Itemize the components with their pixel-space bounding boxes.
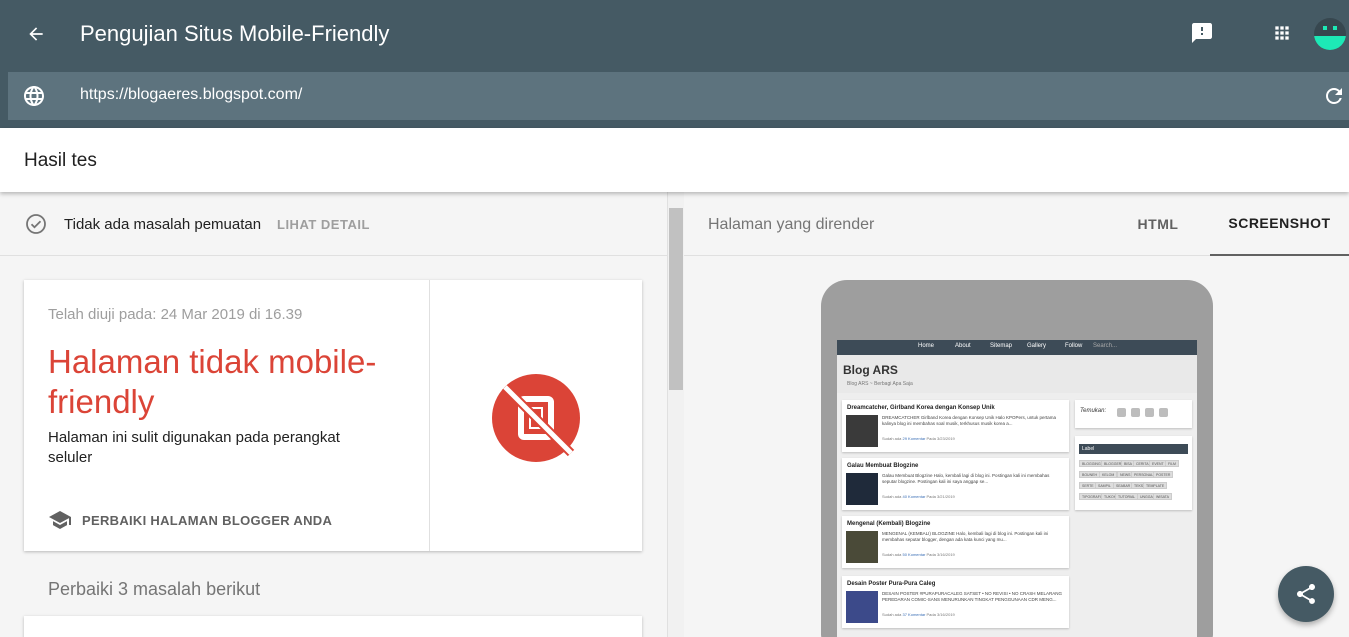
scroll-thumb[interactable]: [669, 208, 683, 390]
verdict-description: Halaman ini sulit digunakan pada perangk…: [48, 429, 340, 466]
preview-post-thumbnail: [846, 591, 878, 623]
preview-post: Dreamcatcher, Girlband Korea dengan Kons…: [842, 400, 1069, 452]
preview-nav-item: Gallery: [1027, 343, 1047, 349]
google-plus-icon: [1145, 408, 1154, 417]
avatar-icon[interactable]: [1314, 18, 1346, 50]
globe-icon: [22, 84, 46, 108]
not-mobile-friendly-icon: [491, 373, 581, 463]
fix-blogger-page-link[interactable]: PERBAIKI HALAMAN BLOGGER ANDA: [48, 508, 332, 532]
tab-html[interactable]: HTML: [1114, 192, 1202, 256]
issues-card: [24, 616, 642, 637]
rendered-page-header: Halaman yang dirender HTML SCREENSHOT: [684, 192, 1349, 256]
preview-post-body: DREAMCATCHER Girlband Korea dengan Konse…: [882, 415, 1056, 426]
twitter-icon: [1131, 408, 1140, 417]
preview-post-body: DESAIN POSTER #PURAPURACALEG SATSET • NO…: [882, 591, 1063, 602]
results-header: Hasil tes: [0, 128, 1349, 192]
preview-post-meta: Sudah ada 40 Komentar Pada 3/21/2019: [882, 494, 955, 499]
preview-blog-title: Blog ARS: [843, 363, 898, 377]
share-icon: [1297, 584, 1315, 604]
preview-post-thumbnail: [846, 473, 878, 505]
refresh-icon[interactable]: [1322, 84, 1346, 108]
preview-find-label: Temukan:: [1080, 408, 1107, 414]
page-title: Pengujian Situs Mobile-Friendly: [80, 21, 390, 46]
preview-nav-item: About: [955, 343, 971, 349]
preview-post: Desain Poster Pura-Pura Caleg DESAIN POS…: [842, 576, 1069, 628]
preview-tag: WISATA: [1153, 493, 1172, 500]
tab-screenshot[interactable]: SCREENSHOT: [1210, 192, 1349, 256]
share-button[interactable]: [1278, 566, 1334, 622]
preview-tag: FILM: [1165, 460, 1179, 467]
rendered-page-label: Halaman yang dirender: [708, 216, 875, 233]
preview-post-thumbnail: [846, 415, 878, 447]
preview-post-meta: Sudah ada 50 Komentar Pada 3/16/2019: [882, 552, 955, 557]
preview-post-thumbnail: [846, 531, 878, 563]
preview-nav: Home About Sitemap Gallery Follow Search…: [837, 340, 1197, 355]
preview-tag: TEMPLATE: [1143, 482, 1168, 489]
preview-post-body: Galau Membuat Blogzine Halo, kembali lag…: [882, 473, 1050, 484]
verdict-title: Halaman tidak mobile-friendly: [48, 343, 377, 420]
fix-blogger-page-label: PERBAIKI HALAMAN BLOGGER ANDA: [82, 512, 333, 528]
url-bar: https://blogaeres.blogspot.com/: [8, 72, 1349, 120]
preview-tag: KELOM: [1099, 471, 1118, 478]
facebook-icon: [1117, 408, 1126, 417]
issues-heading: Perbaiki 3 masalah berikut: [48, 579, 261, 599]
preview-label-widget: Label BLOGGING BLOGGER BISA CERITA EVENT…: [1075, 436, 1192, 510]
preview-post-title: Desain Poster Pura-Pura Caleg: [847, 581, 936, 587]
preview-post: Galau Membuat Blogzine Galau Membuat Blo…: [842, 458, 1069, 510]
apps-grid-icon[interactable]: [1266, 17, 1298, 49]
arrow-back-icon[interactable]: [20, 18, 52, 50]
loading-status-row: Tidak ada masalah pemuatan LIHAT DETAIL: [0, 192, 667, 256]
preview-post-body: MENGENAL (KEMBALI) BLOGZINE Halo, kembal…: [882, 531, 1049, 542]
preview-post-meta: Sudah ada 29 Komentar Pada 3/23/2019: [882, 436, 955, 441]
result-card: Telah diuji pada: 24 Mar 2019 di 16.39 H…: [24, 280, 642, 551]
preview-tag: TUTORIAL: [1115, 493, 1139, 500]
preview-label-bar: Label: [1079, 444, 1188, 454]
rendered-page-panel: Halaman yang dirender HTML SCREENSHOT Ho…: [684, 192, 1349, 637]
check-circle-icon: [24, 212, 48, 236]
preview-search: Search...: [1093, 343, 1118, 349]
app-bar: Pengujian Situs Mobile-Friendly https://…: [0, 0, 1349, 128]
preview-post-meta: Sudah ada 37 Komentar Pada 3/16/2019: [882, 612, 955, 617]
preview-post-title: Galau Membuat Blogzine: [847, 463, 919, 469]
preview-tag: BLOGGING: [1079, 460, 1104, 467]
card-divider: [429, 280, 430, 551]
preview-tag: SERTE: [1079, 482, 1097, 489]
url-input[interactable]: https://blogaeres.blogspot.com/: [80, 86, 302, 104]
school-icon: [49, 511, 71, 529]
preview-post-title: Dreamcatcher, Girlband Korea dengan Kons…: [847, 405, 995, 411]
view-details-link[interactable]: LIHAT DETAIL: [277, 217, 370, 232]
preview-post: Mengenal (Kembali) Blogzine MENGENAL (KE…: [842, 516, 1069, 568]
tested-date: Telah diuji pada: 24 Mar 2019 di 16.39: [48, 306, 303, 323]
preview-tag: POSTER: [1153, 471, 1174, 478]
preview-blog-subtitle: Blog ARS ~ Berbagi Apa Saja: [847, 381, 913, 387]
preview-post-title: Mengenal (Kembali) Blogzine: [847, 521, 931, 527]
preview-tag: SAMPIL: [1095, 482, 1114, 489]
rss-icon: [1159, 408, 1168, 417]
preview-nav-item: Home: [918, 343, 935, 349]
preview-tag: BOUNEH: [1079, 471, 1100, 478]
preview-nav-item: Sitemap: [990, 343, 1013, 349]
phone-frame: Home About Sitemap Gallery Follow Search…: [821, 280, 1213, 637]
preview-social-widget: Temukan:: [1075, 400, 1192, 428]
feedback-icon[interactable]: [1186, 17, 1218, 49]
results-title: Hasil tes: [24, 150, 97, 171]
left-panel-scrollbar[interactable]: [667, 192, 684, 637]
loading-status-text: Tidak ada masalah pemuatan: [64, 216, 262, 233]
preview-blog-header: Blog ARS Blog ARS ~ Berbagi Apa Saja: [837, 355, 1197, 393]
preview-nav-item: Follow: [1065, 343, 1083, 349]
results-panel: Tidak ada masalah pemuatan LIHAT DETAIL …: [0, 192, 667, 637]
rendered-screenshot: Home About Sitemap Gallery Follow Search…: [837, 340, 1197, 637]
